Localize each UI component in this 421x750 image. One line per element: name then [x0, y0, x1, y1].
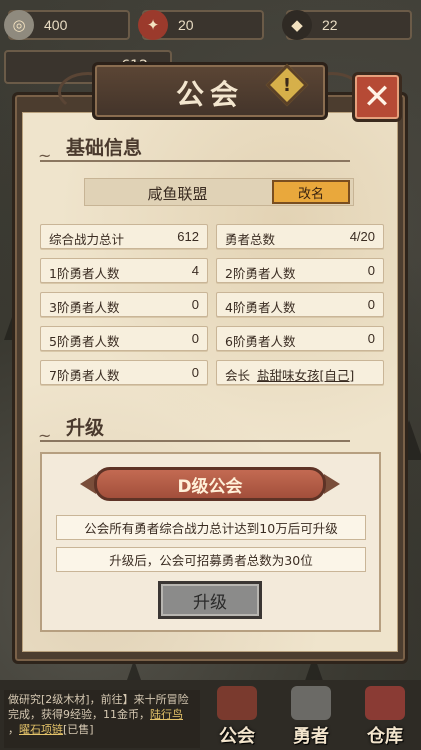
upgrade-requirement: 公会所有勇者综合战力总计达到10万后可升级	[56, 515, 366, 540]
stat-value: 4/20	[349, 229, 375, 244]
log-text: [已售]	[63, 723, 94, 736]
nav-label: 仓库	[367, 726, 403, 747]
guild-name: 咸鱼联盟	[147, 185, 208, 203]
coin-counter: ◎ 400	[4, 10, 130, 40]
stat-label: 勇者总数	[225, 232, 276, 247]
stat-value: 0	[191, 365, 199, 380]
log-line: 完成，获得9经验，11金币，陆行鸟	[8, 707, 196, 722]
upgrade-button[interactable]: 升级	[158, 581, 262, 619]
exclamation-icon: !	[282, 74, 292, 96]
section-title-basic: 基础信息	[66, 137, 143, 159]
stat-value: 0	[367, 297, 375, 312]
stat-total-power: 综合战力总计 612	[40, 224, 208, 249]
shield-emblem-icon: ✦	[138, 10, 168, 40]
resource-bar: ◎ 400 ✦ 20 ◆ 22	[0, 0, 421, 52]
stat-value: 0	[367, 331, 375, 346]
emblem-value: 20	[178, 17, 194, 33]
close-icon: ✕	[362, 77, 392, 117]
ore-icon: ◆	[282, 10, 312, 40]
stat-tier3: 3阶勇者人数 0	[40, 292, 208, 317]
log-line: ，曜石项链[已售]	[8, 722, 196, 737]
nav-warehouse[interactable]: 仓库	[350, 686, 420, 748]
log-line: 做研究[2级木材]，前往】来十所冒险	[8, 693, 189, 706]
stat-value: 0	[191, 331, 199, 346]
nav-label: 勇者	[293, 726, 329, 747]
ore-counter: ◆ 22	[282, 10, 412, 40]
nav-heroes[interactable]: 勇者	[276, 686, 346, 748]
stat-hero-total: 勇者总数 4/20	[216, 224, 384, 249]
close-button[interactable]: ✕	[352, 72, 402, 122]
ore-value: 22	[322, 17, 338, 33]
rename-button[interactable]: 改名	[272, 180, 350, 204]
leader-name-link[interactable]: 盐甜味女孩[自己]	[257, 365, 354, 384]
log-item-link[interactable]: 曜石项链	[19, 723, 63, 736]
stat-label: 2阶勇者人数	[225, 266, 296, 281]
stat-value: 612	[177, 229, 199, 244]
swirl-ornament-icon: ~	[38, 146, 52, 165]
stat-tier6: 6阶勇者人数 0	[216, 326, 384, 351]
stat-tier1: 1阶勇者人数 4	[40, 258, 208, 283]
leader-label: 会长	[225, 368, 251, 383]
stat-value: 0	[367, 263, 375, 278]
stat-value: 0	[191, 297, 199, 312]
section-title-upgrade: 升级	[66, 417, 105, 439]
stat-tier2: 2阶勇者人数 0	[216, 258, 384, 283]
stat-label: 3阶勇者人数	[49, 300, 120, 315]
log-item-link[interactable]: 陆行鸟	[150, 708, 183, 721]
adventure-log: 做研究[2级木材]，前往】来十所冒险 完成，获得9经验，11金币，陆行鸟 ，曜石…	[4, 690, 200, 748]
guild-rank-banner: D级公会	[94, 467, 326, 501]
stat-tier4: 4阶勇者人数 0	[216, 292, 384, 317]
log-text: ，	[8, 723, 19, 736]
section-divider	[40, 440, 350, 442]
nav-guild[interactable]: 公会	[202, 686, 272, 748]
stat-value: 4	[191, 263, 199, 278]
warehouse-icon	[365, 686, 405, 720]
stat-label: 1阶勇者人数	[49, 266, 120, 281]
stat-leader: 会长 盐甜味女孩[自己]	[216, 360, 384, 385]
stat-tier7: 7阶勇者人数 0	[40, 360, 208, 385]
stat-label: 5阶勇者人数	[49, 334, 120, 349]
guild-tent-icon	[217, 686, 257, 720]
stat-label: 7阶勇者人数	[49, 368, 120, 383]
log-text: 完成，获得9经验，11金币，	[8, 708, 150, 721]
rank-ribbon-right	[324, 474, 340, 494]
knight-helmet-icon	[291, 686, 331, 720]
upgrade-benefit: 升级后，公会可招募勇者总数为30位	[56, 547, 366, 572]
stat-label: 综合战力总计	[49, 232, 125, 247]
emblem-counter: ✦ 20	[138, 10, 264, 40]
stat-tier5: 5阶勇者人数 0	[40, 326, 208, 351]
swirl-ornament-icon: ~	[38, 426, 52, 445]
section-divider	[40, 160, 350, 162]
coin-value: 400	[44, 17, 68, 33]
coin-icon: ◎	[4, 10, 34, 40]
stat-label: 4阶勇者人数	[225, 300, 296, 315]
nav-label: 公会	[219, 726, 255, 747]
stat-label: 6阶勇者人数	[225, 334, 296, 349]
